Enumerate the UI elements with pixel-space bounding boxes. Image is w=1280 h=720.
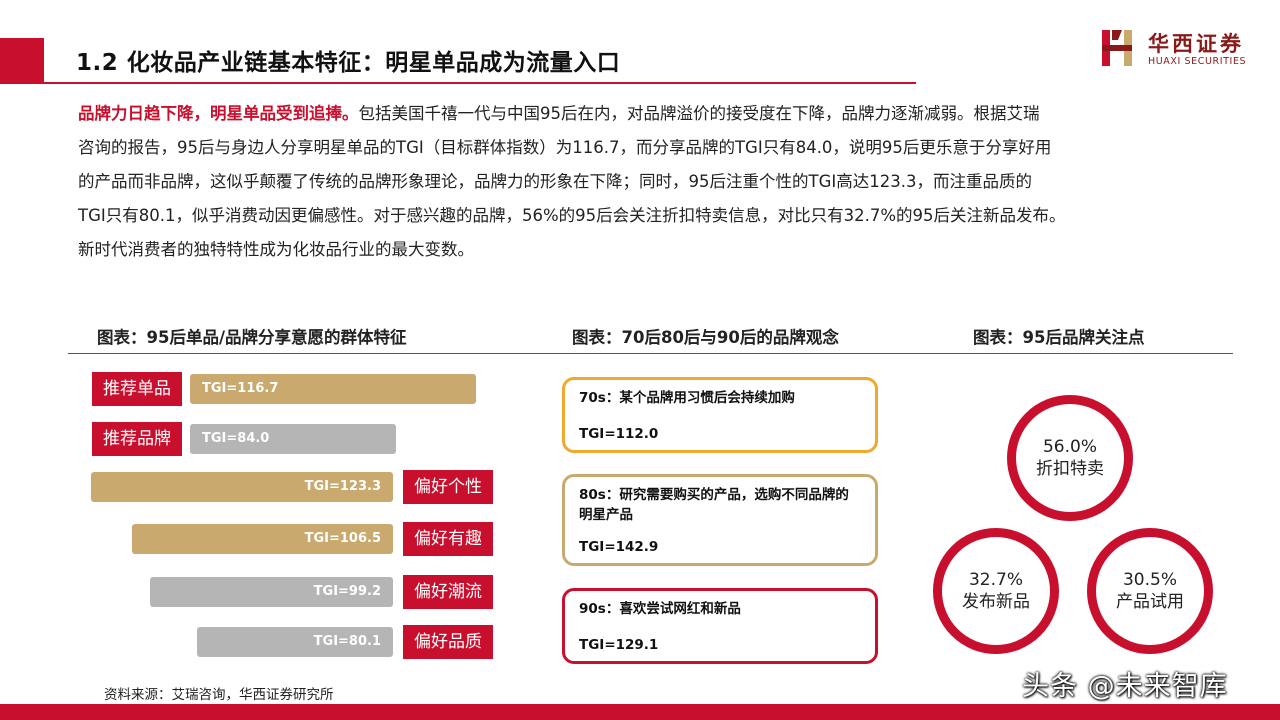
intro-line-2: 咨询的报告，95后与身边人分享明星单品的TGI（目标群体指数）为116.7，而分… bbox=[78, 138, 1052, 157]
source-note: 资料来源：艾瑞咨询，华西证券研究所 bbox=[104, 687, 334, 703]
intro-line-5: 新时代消费者的独特特性成为化妆品行业的最大变数。 bbox=[78, 240, 474, 259]
title-accent-block bbox=[0, 38, 44, 84]
intro-line-1: 包括美国千禧一代与中国95后在内，对品牌溢价的接受度在下降，品牌力逐渐减弱。根据… bbox=[358, 104, 1040, 123]
title-divider bbox=[44, 82, 916, 84]
focus-circle-trial: 30.5% 产品试用 bbox=[1087, 528, 1213, 654]
focus-discount-pct: 56.0% bbox=[1042, 437, 1097, 457]
focus-circle-discount: 56.0% 折扣特卖 bbox=[1007, 395, 1133, 521]
logo-english-name: HUAXI SECURITIES bbox=[1148, 56, 1247, 67]
tgi-category-label: 偏好有趣 bbox=[403, 522, 493, 556]
generation-90s-tgi: TGI=129.1 bbox=[579, 637, 659, 653]
generation-80s-title: 80s：研究需要购买的产品，选购不同品牌的明星产品 bbox=[579, 487, 849, 523]
focus-discount-label: 折扣特卖 bbox=[1036, 459, 1104, 479]
intro-paragraph: 品牌力日趋下降，明星单品受到追捧。包括美国千禧一代与中国95后在内，对品牌溢价的… bbox=[78, 97, 1198, 267]
huaxi-logo-icon bbox=[1102, 30, 1132, 66]
tgi-category-label: 偏好潮流 bbox=[403, 575, 493, 609]
tgi-bar: TGI=123.3 bbox=[91, 472, 393, 502]
generation-card-90s: 90s：喜欢尝试网红和新品 TGI=129.1 bbox=[562, 588, 878, 664]
generation-70s-tgi: TGI=112.0 bbox=[579, 426, 659, 442]
generation-70s-title: 70s：某个品牌用习惯后会持续加购 bbox=[579, 390, 795, 406]
chart-title-focus: 图表：95后品牌关注点 bbox=[973, 328, 1145, 347]
logo-chinese-name: 华西证券 bbox=[1148, 32, 1244, 56]
generation-card-70s: 70s：某个品牌用习惯后会持续加购 TGI=112.0 bbox=[562, 377, 878, 453]
focus-new-release-pct: 32.7% bbox=[968, 570, 1023, 590]
chart-title-tgi: 图表：95后单品/品牌分享意愿的群体特征 bbox=[97, 328, 407, 347]
intro-line-4: TGI只有80.1，似乎消费动因更偏感性。对于感兴趣的品牌，56%的95后会关注… bbox=[78, 206, 1066, 225]
generation-90s-title: 90s：喜欢尝试网红和新品 bbox=[579, 601, 741, 617]
tgi-bar: TGI=106.5 bbox=[132, 524, 393, 554]
tgi-bar: TGI=84.0 bbox=[190, 424, 396, 454]
focus-trial-label: 产品试用 bbox=[1116, 592, 1184, 612]
charts-divider bbox=[68, 353, 1233, 354]
focus-trial-pct: 30.5% bbox=[1122, 570, 1177, 590]
tgi-bar: TGI=116.7 bbox=[190, 374, 476, 404]
generation-80s-tgi: TGI=142.9 bbox=[579, 539, 659, 555]
tgi-bar: TGI=80.1 bbox=[197, 627, 393, 657]
page-title: 1.2 化妆品产业链基本特征：明星单品成为流量入口 bbox=[76, 50, 621, 76]
tgi-category-label: 偏好个性 bbox=[403, 470, 493, 504]
tgi-category-label: 推荐品牌 bbox=[92, 422, 182, 456]
tgi-category-label: 偏好品质 bbox=[403, 625, 493, 659]
chart-title-generations: 图表：70后80后与90后的品牌观念 bbox=[572, 328, 839, 347]
watermark: 头条 @未来智库 bbox=[1022, 671, 1228, 702]
tgi-category-label: 推荐单品 bbox=[92, 372, 182, 406]
bottom-accent-bar bbox=[0, 704, 1280, 720]
intro-line-3: 的产品而非品牌，这似乎颠覆了传统的品牌形象理论，品牌力的形象在下降；同时，95后… bbox=[78, 172, 1032, 191]
intro-lead: 品牌力日趋下降，明星单品受到追捧。 bbox=[78, 104, 359, 123]
focus-circle-new-release: 32.7% 发布新品 bbox=[933, 528, 1059, 654]
tgi-bar: TGI=99.2 bbox=[150, 577, 393, 607]
generation-card-80s: 80s：研究需要购买的产品，选购不同品牌的明星产品 TGI=142.9 bbox=[562, 474, 878, 566]
focus-new-release-label: 发布新品 bbox=[962, 592, 1030, 612]
huaxi-logo: 华西证券 HUAXI SECURITIES bbox=[1100, 28, 1260, 72]
